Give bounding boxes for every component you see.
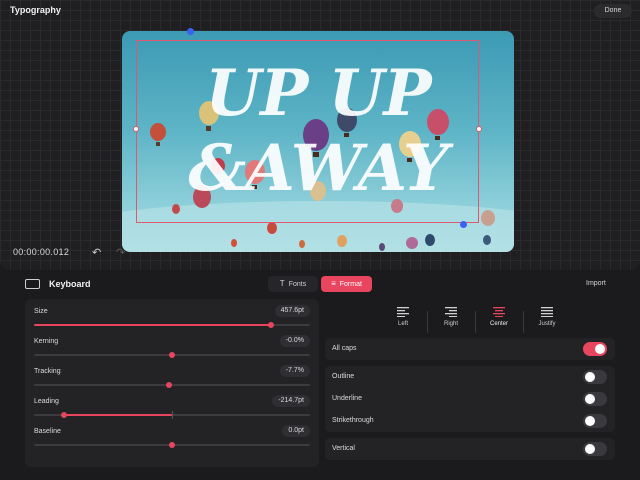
slider-value[interactable]: -7.7% [279,365,310,377]
divider [475,311,476,333]
option-strikethrough[interactable]: Strikethrough [325,410,615,432]
option-vertical[interactable]: Vertical [325,438,615,460]
option-all-caps[interactable]: All caps [325,338,615,360]
done-button[interactable]: Done [594,4,632,18]
slider-fill [34,324,271,326]
slider-size[interactable]: Size 457.6pt [34,303,310,333]
slider-baseline[interactable]: Baseline 0.0pt [34,423,310,453]
align-center-icon: ≡ [331,279,336,288]
option-label: Underline [332,395,362,402]
format-sliders-panel: Size 457.6pt Kerning -0.0% Tracking -7.7… [25,299,319,467]
slider-center-tick [172,411,173,419]
redo-icon[interactable]: ↷ [116,246,125,259]
slider-value[interactable]: 457.6pt [274,305,310,317]
format-options-panel: Left Right Center Justify All caps Outli… [325,299,615,467]
slider-track[interactable] [34,384,310,386]
resize-handle-left[interactable] [133,126,139,132]
slider-value[interactable]: -0.0% [279,335,310,347]
align-label: Left [397,321,408,327]
option-label: Strikethrough [332,417,374,424]
undo-icon[interactable]: ↶ [92,246,101,259]
strikethrough-toggle[interactable] [583,414,607,428]
all-caps-toggle[interactable] [583,342,607,356]
slider-value[interactable]: 0.0pt [282,425,310,437]
slider-kerning[interactable]: Kerning -0.0% [34,333,310,363]
slider-label: Size [34,308,48,315]
resize-handle-right[interactable] [476,126,482,132]
option-underline[interactable]: Underline [325,388,615,410]
slider-knob[interactable] [268,322,274,328]
option-label: Vertical [332,445,355,452]
option-outline[interactable]: Outline [325,366,615,388]
canvas-stage: Typography Done UP UP &AWAY 00:00:00.012… [0,0,640,270]
toggle-knob [585,394,595,404]
import-button[interactable]: Import [586,280,606,287]
vertical-toggle[interactable] [583,442,607,456]
align-right-button[interactable]: Right [431,307,471,335]
option-label: All caps [332,345,357,352]
slider-fill [64,414,172,416]
align-label: Center [489,321,508,327]
tab-fonts-label: Fonts [288,281,307,288]
slider-label: Leading [34,398,59,405]
keyboard-label[interactable]: Keyboard [49,279,91,289]
option-label: Outline [332,373,355,380]
toggle-knob [595,344,605,354]
slider-tracking[interactable]: Tracking -7.7% [34,363,310,393]
slider-label: Kerning [34,338,59,345]
align-left-button[interactable]: Left [383,307,423,335]
align-center-button[interactable]: Center [479,307,519,335]
divider [427,311,428,333]
text-icon: T [279,279,285,288]
align-right-icon [445,307,457,317]
toggle-knob [585,372,595,382]
align-center-icon [493,307,505,317]
outline-toggle[interactable] [583,370,607,384]
scale-handle[interactable] [460,221,467,228]
headline-line-1[interactable]: UP UP [122,59,514,129]
toggle-knob [585,416,595,426]
slider-knob[interactable] [61,412,67,418]
canvas-photo[interactable]: UP UP &AWAY [122,31,514,252]
slider-knob[interactable] [169,442,175,448]
slider-label: Tracking [34,368,61,375]
rotate-handle[interactable] [187,28,194,35]
tab-format[interactable]: ≡ Format [321,276,372,292]
underline-toggle[interactable] [583,392,607,406]
slider-label: Baseline [34,428,61,435]
alignment-group: Left Right Center Justify [383,307,565,335]
divider [523,311,524,333]
align-justify-icon [541,307,553,317]
slider-leading[interactable]: Leading -214.7pt [34,393,310,423]
align-justify-button[interactable]: Justify [527,307,567,335]
slider-knob[interactable] [166,382,172,388]
align-label: Justify [538,321,556,327]
page-title: Typography [10,5,61,15]
align-label: Right [443,321,458,327]
toggle-knob [585,444,595,454]
slider-value[interactable]: -214.7pt [272,395,310,407]
align-left-icon [397,307,409,317]
keyboard-icon[interactable] [25,279,40,289]
slider-knob[interactable] [169,352,175,358]
timecode: 00:00:00.012 [13,247,70,257]
headline-line-2[interactable]: &AWAY [122,131,514,207]
tab-format-label: Format [339,281,362,288]
tab-fonts[interactable]: T Fonts [268,276,318,292]
